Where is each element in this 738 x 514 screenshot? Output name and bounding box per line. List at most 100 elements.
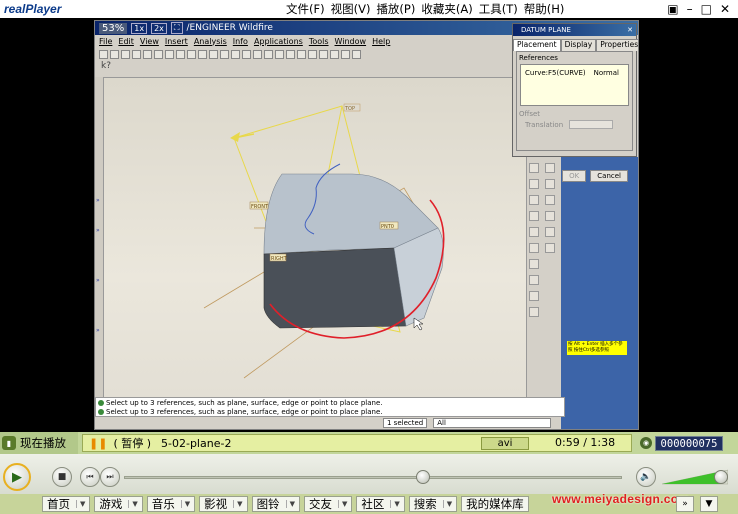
shading-icon[interactable] (308, 49, 317, 59)
help-pointer-icon[interactable]: k? (101, 61, 111, 71)
round-tool-icon[interactable] (529, 243, 539, 253)
maximize-icon[interactable]: □ (701, 2, 712, 16)
proe-menu-tools[interactable]: Tools (309, 37, 329, 46)
proe-menu-info[interactable]: Info (233, 37, 248, 46)
cut-icon[interactable] (154, 49, 163, 59)
proe-menu-insert[interactable]: Insert (165, 37, 188, 46)
zoom-in-icon[interactable] (231, 49, 240, 59)
rib-tool-icon[interactable] (529, 227, 539, 237)
collapse-arrow-icon[interactable]: » (96, 327, 101, 334)
proe-menu-file[interactable]: File (99, 37, 112, 46)
nav-community[interactable]: 社区 ▼ (356, 496, 405, 512)
proe-menu-applications[interactable]: Applications (254, 37, 303, 46)
wireframe-icon[interactable] (286, 49, 295, 59)
collapse-arrow-icon[interactable]: » (96, 197, 101, 204)
hidden-line-icon[interactable] (297, 49, 306, 59)
copy-icon[interactable] (165, 49, 174, 59)
zoom-2x-button[interactable]: 2x (151, 22, 167, 34)
extrude-tool-icon[interactable] (529, 195, 539, 205)
volume-icon[interactable]: 🔈 (636, 467, 656, 487)
dropdown-arrow-icon[interactable]: ▼ (337, 500, 347, 508)
menu-file[interactable]: 文件(F) (286, 1, 325, 17)
menu-view[interactable]: 视图(V) (331, 1, 371, 17)
play-button[interactable]: ▶ (3, 463, 31, 491)
dropdown-arrow-icon[interactable]: ▼ (180, 500, 190, 508)
reference-item[interactable]: Curve:F5(CURVE) (525, 69, 586, 101)
ok-button[interactable]: OK (562, 170, 587, 182)
menu-favorites[interactable]: 收藏夹(A) (421, 1, 472, 17)
selection-filter[interactable]: All (433, 418, 552, 428)
refit-icon[interactable] (253, 49, 262, 59)
minimize-icon[interactable]: – (687, 2, 693, 16)
menu-play[interactable]: 播放(P) (376, 1, 415, 17)
orient-icon[interactable] (264, 49, 273, 59)
datum-point-display-icon[interactable] (341, 49, 350, 59)
zoom-fit-icon[interactable]: ⛶ (170, 22, 183, 34)
proe-menu-window[interactable]: Window (335, 37, 367, 46)
nav-games[interactable]: 游戏 ▼ (94, 496, 143, 512)
cancel-button[interactable]: Cancel (590, 170, 628, 182)
stop-button[interactable]: ■ (52, 467, 72, 487)
repaint-icon[interactable] (220, 49, 229, 59)
close-icon[interactable]: ✕ (720, 2, 730, 16)
collapse-arrow-icon[interactable]: » (96, 227, 101, 234)
mini-player-icon[interactable]: ▣ (667, 2, 678, 16)
nav-search[interactable]: 搜索 ▼ (408, 496, 458, 512)
nav-home[interactable]: 首页 ▼ (42, 496, 91, 512)
dropdown-arrow-icon[interactable]: ▼ (285, 500, 295, 508)
next-button[interactable]: ⏭ (100, 467, 120, 487)
open-file-icon[interactable] (110, 49, 119, 59)
references-list[interactable]: Curve:F5(CURVE) Normal (520, 64, 629, 106)
merge-tool-icon[interactable] (529, 275, 539, 285)
dropdown-arrow-icon[interactable]: ▼ (442, 500, 452, 508)
previous-button[interactable]: ⏮ (80, 467, 100, 487)
more-icon[interactable]: » (676, 496, 694, 512)
nav-friends[interactable]: 交友 ▼ (303, 496, 353, 512)
seek-bar[interactable] (124, 476, 622, 479)
now-playing-tab[interactable]: ▮ 现在播放 (0, 432, 78, 454)
seek-thumb[interactable] (415, 470, 430, 484)
nav-media-library[interactable]: 我的媒体库 (461, 496, 529, 512)
hole-tool-icon[interactable] (529, 211, 539, 221)
nav-ringtones[interactable]: 图铃 ▼ (251, 496, 300, 512)
expand-down-icon[interactable]: ▼ (700, 496, 718, 512)
datum-axis-display-icon[interactable] (330, 49, 339, 59)
nav-video[interactable]: 影视 ▼ (199, 496, 248, 512)
reference-constraint[interactable]: Normal (594, 69, 619, 101)
proe-menu-analysis[interactable]: Analysis (194, 37, 227, 46)
save-icon[interactable] (121, 49, 130, 59)
dropdown-arrow-icon[interactable]: ▼ (390, 500, 400, 508)
tab-placement[interactable]: Placement (513, 39, 561, 51)
datum-plane-display-icon[interactable] (319, 49, 328, 59)
shell-tool-icon[interactable] (545, 211, 555, 221)
menu-tools[interactable]: 工具(T) (479, 1, 518, 17)
graphics-viewport[interactable]: TOP FRONT RIGHT PNT0 (103, 77, 527, 411)
draft-tool-icon[interactable] (545, 227, 555, 237)
redo-icon[interactable] (198, 49, 207, 59)
new-file-icon[interactable] (99, 49, 108, 59)
nav-music[interactable]: 音乐 ▼ (146, 496, 196, 512)
tab-display[interactable]: Display (560, 39, 597, 51)
tab-properties[interactable]: Properties (596, 39, 638, 51)
proe-menu-edit[interactable]: Edit (118, 37, 134, 46)
mirror-tool-icon[interactable] (529, 259, 539, 269)
proe-menu-view[interactable]: View (140, 37, 159, 46)
translation-select[interactable] (569, 120, 614, 129)
revolve-tool-icon[interactable] (545, 195, 555, 205)
collapse-arrow-icon[interactable]: » (96, 277, 101, 284)
undo-icon[interactable] (187, 49, 196, 59)
dropdown-arrow-icon[interactable]: ▼ (76, 500, 85, 508)
paste-icon[interactable] (176, 49, 185, 59)
menu-help[interactable]: 帮助(H) (524, 1, 565, 17)
trim-tool-icon[interactable] (529, 291, 539, 301)
dialog-close-icon[interactable]: ✕ (627, 26, 633, 34)
pattern-tool-icon[interactable] (529, 307, 539, 317)
proe-menu-help[interactable]: Help (372, 37, 390, 46)
dropdown-arrow-icon[interactable]: ▼ (233, 500, 243, 508)
regenerate-icon[interactable] (209, 49, 218, 59)
print-icon[interactable] (132, 49, 141, 59)
zoom-1x-button[interactable]: 1x (131, 22, 148, 34)
csys-display-icon[interactable] (352, 49, 361, 59)
zoom-out-icon[interactable] (242, 49, 251, 59)
saved-views-icon[interactable] (275, 49, 284, 59)
